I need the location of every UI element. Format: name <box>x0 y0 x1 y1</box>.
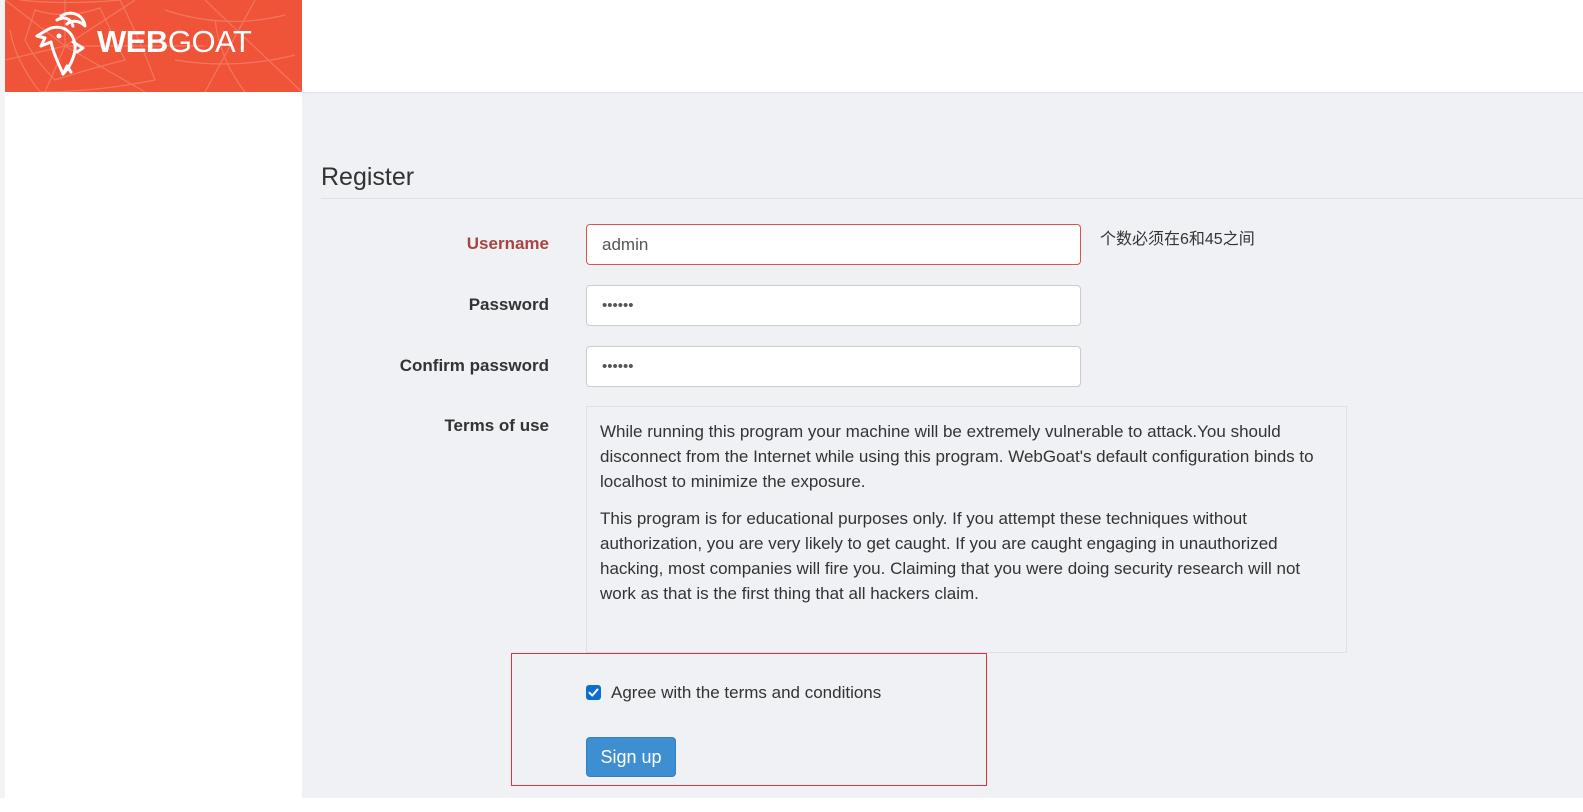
username-validation-hint: 个数必须在6和45之间 <box>1100 231 1255 248</box>
goat-head-icon <box>35 11 87 76</box>
username-input[interactable] <box>586 224 1081 265</box>
password-input[interactable] <box>586 285 1081 326</box>
left-margin-strip <box>0 0 5 812</box>
confirm-password-label: Confirm password <box>399 356 549 375</box>
page-title: Register <box>321 163 415 191</box>
username-label: Username <box>466 234 549 253</box>
bottom-margin-strip <box>0 798 1583 812</box>
terms-label: Terms of use <box>444 416 549 435</box>
top-bar <box>302 0 1583 93</box>
checkmark-icon <box>588 688 599 697</box>
annotation-highlight-box <box>511 653 987 786</box>
sign-up-button[interactable]: Sign up <box>586 737 676 777</box>
terms-of-use-box[interactable]: While running this program your machine … <box>586 406 1347 653</box>
brand-logo-text: WEBGOAT <box>97 24 252 59</box>
agree-checkbox-label[interactable]: Agree with the terms and conditions <box>611 683 881 703</box>
title-divider <box>321 198 1583 199</box>
confirm-password-input[interactable] <box>586 346 1081 387</box>
password-label: Password <box>468 295 549 314</box>
terms-paragraph-1: While running this program your machine … <box>600 422 1314 491</box>
terms-paragraph-2: This program is for educational purposes… <box>600 509 1301 603</box>
brand-header[interactable]: WEBGOAT <box>5 0 302 92</box>
agree-checkbox[interactable] <box>586 685 601 700</box>
